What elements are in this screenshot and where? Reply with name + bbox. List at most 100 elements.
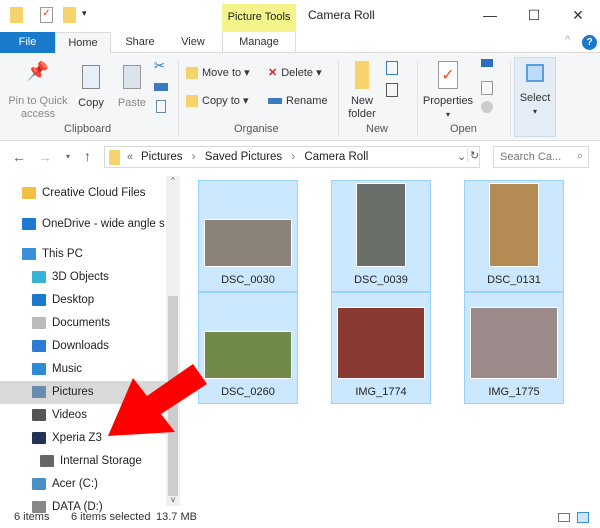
document-icon xyxy=(32,316,46,329)
file-name: IMG_1774 xyxy=(355,386,407,398)
copy-to-label: Copy to ▾ xyxy=(202,95,249,107)
desktop-icon xyxy=(32,293,46,306)
recent-locations-button[interactable]: ▾ xyxy=(66,152,70,161)
history-icon[interactable] xyxy=(481,101,493,113)
scroll-down-icon[interactable]: v xyxy=(166,495,180,504)
tab-view[interactable]: View xyxy=(168,32,218,53)
paste-shortcut-icon[interactable] xyxy=(156,100,166,113)
file-name: DSC_0030 xyxy=(221,274,275,286)
file-item[interactable]: DSC_0039 xyxy=(331,180,431,292)
breadcrumb: Pictures › Saved Pictures › Camera Roll xyxy=(141,151,369,163)
nav-item-label: This PC xyxy=(42,248,83,260)
red-arrow-annotation xyxy=(108,364,207,436)
tab-file[interactable]: File xyxy=(0,32,55,53)
nav-item-onedrive-wide-angle-s[interactable]: OneDrive - wide angle s xyxy=(0,213,166,236)
file-item[interactable]: DSC_0131 xyxy=(464,180,564,292)
divider xyxy=(510,61,511,137)
properties-icon[interactable]: ✓ xyxy=(40,7,53,23)
nav-scrollbar[interactable]: ^ v xyxy=(166,176,180,506)
delete-button[interactable]: ✕ Delete ▾ xyxy=(268,67,322,80)
pin-to-quick-access-button[interactable]: 📌 Pin to Quick access xyxy=(4,62,72,121)
tab-manage[interactable]: Manage xyxy=(222,32,296,53)
properties-label: Properties xyxy=(422,95,474,107)
nav-item-acer-c-[interactable]: Acer (C:) xyxy=(0,473,166,496)
breadcrumb-camera-roll[interactable]: Camera Roll xyxy=(304,151,368,163)
easy-access-icon[interactable] xyxy=(386,83,398,97)
nav-item-this-pc[interactable]: This PC xyxy=(0,243,166,266)
paste-button[interactable]: Paste xyxy=(114,65,150,110)
rename-label: Rename xyxy=(286,95,328,107)
search-placeholder: Search Ca... xyxy=(500,151,562,163)
copy-to-button[interactable]: Copy to ▾ xyxy=(186,95,249,108)
new-folder-button[interactable]: New folder xyxy=(342,61,382,121)
copy-label: Copy xyxy=(78,97,104,109)
new-folder-icon[interactable] xyxy=(63,7,76,23)
drive-icon xyxy=(40,454,54,467)
collapse-ribbon-icon[interactable]: ^ xyxy=(565,34,570,46)
nav-item-desktop[interactable]: Desktop xyxy=(0,289,166,312)
nav-item-label: Desktop xyxy=(52,294,95,306)
breadcrumb-pictures[interactable]: Pictures xyxy=(141,151,183,163)
folder-icon xyxy=(10,7,23,23)
tab-share[interactable]: Share xyxy=(115,32,165,53)
copy-path-icon[interactable] xyxy=(154,83,168,91)
open-icon[interactable] xyxy=(481,59,493,67)
address-bar[interactable]: « Pictures › Saved Pictures › Camera Rol… xyxy=(104,146,480,168)
paste-label: Paste xyxy=(117,97,147,109)
up-button[interactable]: ↑ xyxy=(84,148,91,164)
file-name: IMG_1775 xyxy=(488,386,540,398)
nav-item-creative-cloud-files[interactable]: Creative Cloud Files xyxy=(0,182,166,205)
copy-button[interactable]: Copy xyxy=(74,65,108,110)
close-button[interactable]: ✕ xyxy=(558,4,598,26)
new-group-label: New xyxy=(366,123,389,135)
properties-icon: ✓ xyxy=(438,61,458,89)
cut-icon[interactable]: ✂ xyxy=(154,59,165,72)
overflow-chevron[interactable]: « xyxy=(127,151,133,163)
image-thumbnail xyxy=(204,219,292,267)
selected-size: 13.7 MB xyxy=(156,511,197,523)
help-icon[interactable]: ? xyxy=(582,35,597,50)
minimize-button[interactable]: — xyxy=(470,4,510,26)
paste-icon xyxy=(123,65,141,89)
select-button[interactable]: Select ▾ xyxy=(514,57,556,137)
back-button[interactable]: ← xyxy=(12,149,26,165)
details-view-icon[interactable] xyxy=(558,513,570,522)
move-to-button[interactable]: Move to ▾ xyxy=(186,67,250,80)
maximize-button[interactable]: ☐ xyxy=(514,4,554,26)
rename-button[interactable]: Rename xyxy=(268,95,328,108)
customize-quick-access-icon[interactable]: ▾ xyxy=(82,8,87,19)
large-icons-view-icon[interactable] xyxy=(577,512,589,523)
nav-item-internal-storage[interactable]: Internal Storage xyxy=(0,450,166,473)
nav-item-label: Pictures xyxy=(52,386,94,398)
file-name: DSC_0039 xyxy=(354,274,408,286)
refresh-icon[interactable]: ↻ xyxy=(467,149,479,162)
properties-button[interactable]: ✓ Properties ▾ xyxy=(420,61,476,121)
tab-home[interactable]: Home xyxy=(55,32,111,54)
nav-item-3d-objects[interactable]: 3D Objects xyxy=(0,266,166,289)
edit-icon[interactable] xyxy=(481,81,493,95)
nav-item-label: OneDrive - wide angle s xyxy=(42,218,165,230)
forward-button[interactable]: → xyxy=(38,149,52,165)
address-dropdown-icon[interactable]: ⌄ xyxy=(457,150,466,163)
nav-item-label: Creative Cloud Files xyxy=(42,187,146,199)
select-icon xyxy=(526,64,544,82)
delete-label: Delete ▾ xyxy=(281,67,322,79)
nav-item-documents[interactable]: Documents xyxy=(0,312,166,335)
breadcrumb-saved-pictures[interactable]: Saved Pictures xyxy=(205,151,282,163)
file-item[interactable]: DSC_0030 xyxy=(198,180,298,292)
new-folder-label: New folder xyxy=(348,95,376,120)
computer-icon xyxy=(22,247,36,260)
creative-cloud-icon xyxy=(22,186,36,199)
file-item[interactable]: IMG_1774 xyxy=(331,292,431,404)
navigation-pane: Creative Cloud Files OneDrive - wide angl… xyxy=(0,176,180,513)
rename-icon xyxy=(268,98,282,105)
videos-icon xyxy=(32,408,46,421)
image-thumbnail xyxy=(470,307,558,379)
image-thumbnail xyxy=(489,183,539,267)
file-item[interactable]: IMG_1775 xyxy=(464,292,564,404)
clipboard-group-label: Clipboard xyxy=(64,123,112,135)
status-bar: 6 items 6 items selected 13.7 MB xyxy=(0,506,600,528)
search-input[interactable]: Search Ca... ⌕ xyxy=(493,146,589,168)
new-item-icon[interactable] xyxy=(386,61,398,75)
scroll-up-icon[interactable]: ^ xyxy=(166,176,180,185)
